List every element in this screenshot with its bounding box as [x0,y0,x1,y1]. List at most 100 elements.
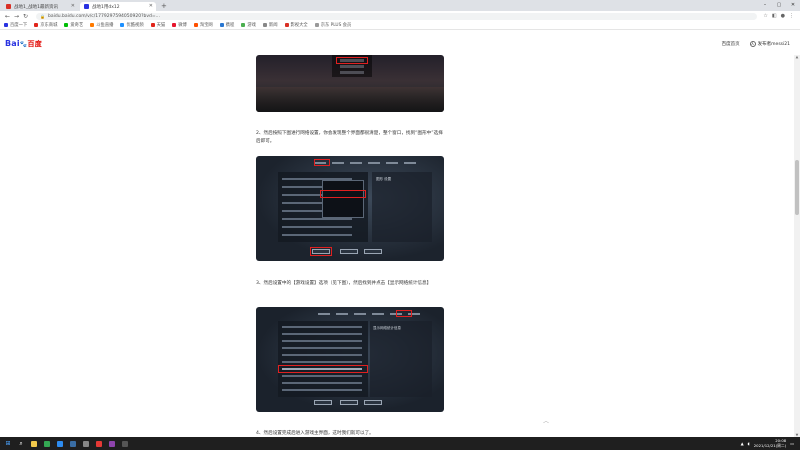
app-tile [122,440,128,447]
highlight-box [278,365,368,373]
close-icon[interactable]: ✕ [71,3,75,9]
minimize-button[interactable]: – [758,0,772,11]
back-icon[interactable]: ← [3,13,12,20]
settings-list [278,321,368,397]
step-3-text: 3、然后设置中的【游戏设置】选项（见下图），然后找到并点击【显示网络统计信息】 [256,281,432,286]
url-text: baidu.baidu.com/v/c/1779297594050920?bvd… [47,13,160,19]
file-explorer-icon[interactable] [29,439,39,449]
home-link[interactable]: 百度首页 [722,41,740,47]
bookmark-label: 斗鱼直播 [96,23,114,28]
bookmark-favicon-icon [262,23,267,27]
logo-text: Bai [5,39,20,48]
volume-icon[interactable]: ◖ [748,441,750,446]
panel-title: 图形 设置 [376,177,392,181]
highlight-box [320,190,366,198]
toolbar-icons: ☆ ◧ ● ⋮ [763,13,797,19]
bookmark-item[interactable]: 游戏 [241,22,256,28]
profile-icon[interactable]: ● [781,13,785,19]
app-tile [109,440,115,447]
username[interactable]: 发布者messi21 [758,41,790,47]
tab-title: 战地1用dx12 [92,4,120,10]
clock-date: 2021/12/21(周二) [753,442,787,448]
chrome-icon[interactable] [42,439,52,449]
bookmark-favicon-icon [4,23,8,27]
forward-icon[interactable]: → [12,13,21,20]
article-image-3: 显示网络统计信息 [256,307,444,412]
bookmark-item[interactable]: 爱奇艺 [64,22,83,28]
app-red-icon[interactable] [94,439,104,449]
game-button [340,400,358,405]
new-tab-button[interactable]: + [161,2,167,11]
close-window-button[interactable]: ✕ [786,0,800,11]
tab-favicon-icon [6,4,11,9]
bookmark-favicon-icon [219,23,224,27]
app-blue-icon[interactable] [55,439,65,449]
app-tile [57,440,63,447]
highlight-box [336,57,368,64]
bookmark-favicon-icon [120,23,125,27]
back-to-top-icon[interactable]: ︿ [543,416,549,425]
page-scrollbar[interactable]: ▲ ▼ [794,55,800,437]
maximize-button[interactable]: ▢ [772,0,786,11]
bookmark-favicon-icon [241,23,246,27]
scroll-up-icon[interactable]: ▲ [794,55,800,59]
network-icon[interactable]: ▲ [741,441,744,446]
extension-icon[interactable]: ◧ [772,13,777,19]
address-bar[interactable]: 🔒 baidu.baidu.com/v/c/1779297594050920?b… [36,12,758,20]
close-icon[interactable]: ✕ [149,3,153,9]
bookmark-label: 游戏 [247,23,256,28]
bookmark-label: 爱奇艺 [70,23,84,28]
tab-1[interactable]: 战地1用dx12 ✕ [80,2,156,11]
tab-favicon-icon [84,4,89,9]
window-controls: – ▢ ✕ [758,0,800,11]
baidu-logo[interactable]: Bai🐾百度 [5,39,42,49]
search-icon[interactable]: ⌕ [16,439,26,449]
app-tile [44,440,50,447]
taskbar: ⊞ ⌕ ▲ ◖ 20:08 2021/12/21(周二) ▭ [0,437,800,450]
bookmark-item[interactable]: 微博 [172,22,187,28]
bookmark-label: 京东 PLUS 会员 [320,23,352,28]
bookmark-item[interactable]: 京东 PLUS 会员 [314,22,352,28]
avatar[interactable]: 人 [749,41,756,47]
bookmark-item[interactable]: 京东商城 [34,22,57,28]
step-2-text: 2、然后按照下图进行网络设置，你会发现整个界面都很清楚，整个窗口，找到“图形中”… [256,131,443,144]
bookmark-item[interactable]: 优酷视频 [120,22,144,28]
highlight-box [396,310,412,317]
logo-text-cn: 百度 [27,40,42,48]
bookmark-label: 京东商城 [40,23,58,28]
game-scene [256,87,444,112]
panel-title: 显示网络统计信息 [373,326,401,330]
info-panel: 显示网络统计信息 [370,321,432,397]
bookmarks-bar: 百度一下 京东商城 爱奇艺 斗鱼直播 优酷视频 天猫 微博 淘宝网 携程 游戏 新闻 影视大全 京东 P… [0,21,800,30]
bookmark-item[interactable]: 淘宝网 [193,22,213,28]
app-gray-icon[interactable] [81,439,91,449]
bookmark-item[interactable]: 携程 [219,22,235,28]
tab-0[interactable]: 战地1_战地1最新资讯 ✕ [2,2,78,11]
game-button [314,400,332,405]
bookmark-label: 百度一下 [10,23,28,28]
reload-icon[interactable]: ↻ [21,13,30,20]
bookmark-item[interactable]: 斗鱼直播 [90,22,113,28]
star-icon[interactable]: ☆ [763,13,767,19]
bookmark-label: 天猫 [156,23,166,28]
bookmark-label: 携程 [225,23,235,28]
bookmark-favicon-icon [64,23,69,27]
tab-title: 战地1_战地1最新资讯 [14,4,58,10]
steam-icon[interactable] [68,439,78,449]
lock-icon: 🔒 [40,13,45,19]
bookmark-item[interactable]: 天猫 [150,22,166,28]
scroll-thumb[interactable] [795,160,799,215]
bookmark-item[interactable]: 影视大全 [284,22,308,28]
article-image-1 [256,55,444,112]
start-icon[interactable]: ⊞ [3,439,13,449]
notification-icon[interactable]: ▭ [790,441,794,446]
bookmark-item[interactable]: 新闻 [262,22,278,28]
bookmark-item[interactable]: 百度一下 [4,22,27,28]
menu-icon[interactable]: ⋮ [789,13,794,19]
bookmark-favicon-icon [150,23,155,27]
highlight-box [310,247,332,256]
app-dark-icon[interactable] [120,439,130,449]
app-purple-icon[interactable] [107,439,117,449]
clock[interactable]: 20:08 2021/12/21(周二) [753,438,787,448]
tab-strip: 战地1_战地1最新资讯 ✕ 战地1用dx12 ✕ + – ▢ ✕ [0,0,800,11]
